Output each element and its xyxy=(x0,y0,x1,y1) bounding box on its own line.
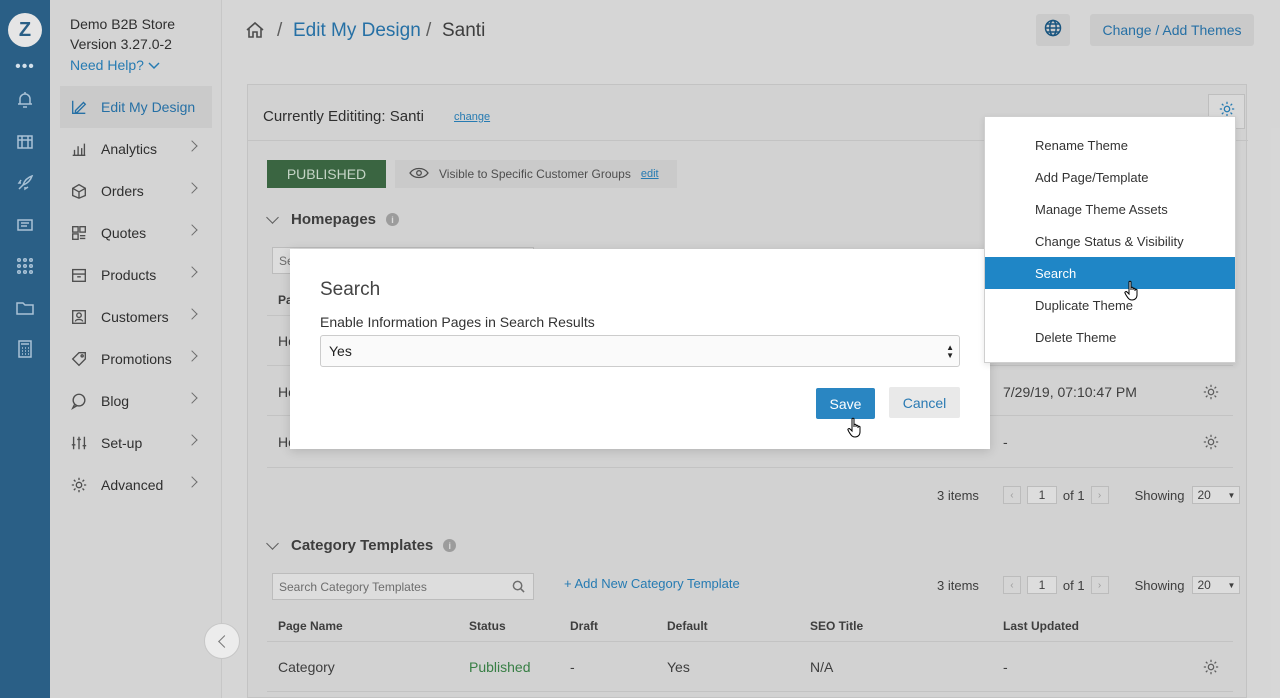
store-icon[interactable] xyxy=(15,131,35,151)
enable-info-pages-label: Enable Information Pages in Search Resul… xyxy=(320,314,595,330)
menu-item-duplicate-theme[interactable]: Duplicate Theme xyxy=(985,289,1235,321)
menu-item-manage-theme-assets[interactable]: Manage Theme Assets xyxy=(985,193,1235,225)
modal-title: Search xyxy=(320,279,381,300)
menu-item-change-status-visibility[interactable]: Change Status & Visibility xyxy=(985,225,1235,257)
hand-cursor-icon xyxy=(846,417,864,439)
enable-info-pages-select[interactable]: Yes ▲ ▼ xyxy=(320,335,960,367)
chevron-left-icon xyxy=(217,634,231,648)
collapse-sidebar-button[interactable] xyxy=(204,623,240,659)
menu-item-delete-theme[interactable]: Delete Theme xyxy=(985,321,1235,353)
save-button[interactable]: Save xyxy=(816,388,875,419)
apps-grid-icon[interactable] xyxy=(15,256,35,276)
rocket-icon[interactable] xyxy=(15,173,35,193)
folder-icon[interactable] xyxy=(15,298,35,318)
select-arrows-icon: ▲ ▼ xyxy=(946,343,954,360)
select-value: Yes xyxy=(329,343,352,359)
search-settings-modal: Search Enable Information Pages in Searc… xyxy=(290,249,990,449)
more-dots-icon[interactable]: ••• xyxy=(0,58,50,76)
hand-cursor-icon xyxy=(1123,280,1141,302)
zoey-logo[interactable]: Z xyxy=(8,13,42,47)
menu-item-rename-theme[interactable]: Rename Theme xyxy=(985,129,1235,161)
ticket-icon[interactable] xyxy=(15,215,35,235)
menu-item-add-page-template[interactable]: Add Page/Template xyxy=(985,161,1235,193)
cancel-button[interactable]: Cancel xyxy=(889,387,960,418)
menu-item-search[interactable]: Search xyxy=(985,257,1235,289)
icon-rail: Z ••• xyxy=(0,0,50,698)
theme-settings-menu: Rename Theme Add Page/Template Manage Th… xyxy=(984,116,1236,363)
bell-icon[interactable] xyxy=(15,90,35,110)
calculator-icon[interactable] xyxy=(15,339,35,359)
